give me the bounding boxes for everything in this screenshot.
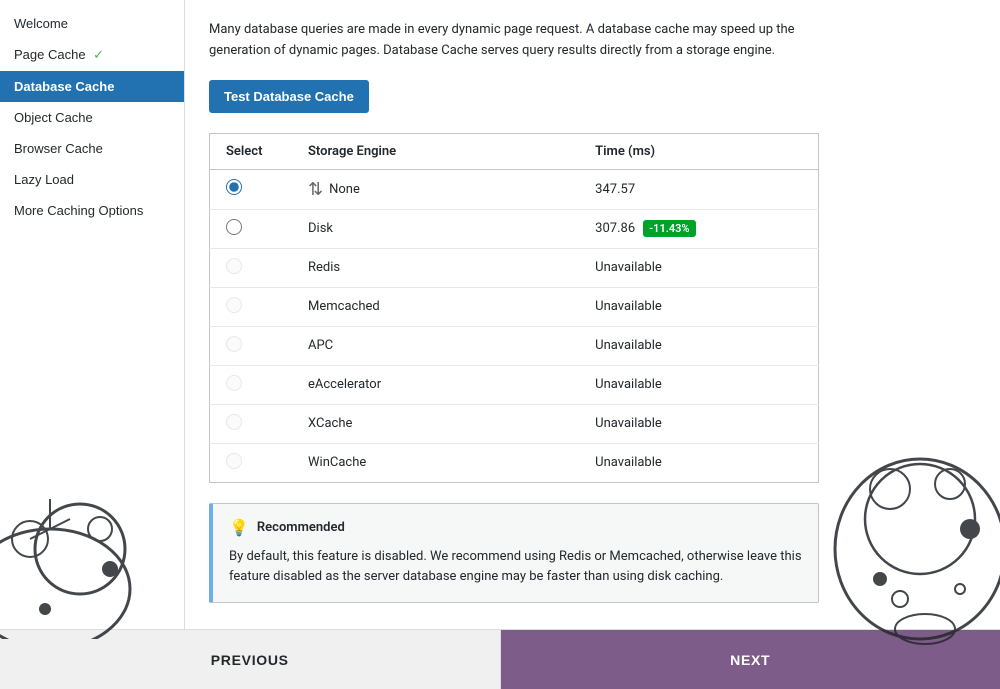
engine-cell: WinCache <box>292 443 579 482</box>
cache-table: Select Storage Engine Time (ms) ⇅ None 347… <box>209 133 819 483</box>
engine-label: Memcached <box>308 299 380 314</box>
sidebar-item-browser-cache[interactable]: Browser Cache <box>0 133 184 164</box>
recommended-box: 💡 Recommended By default, this feature i… <box>209 503 819 604</box>
select-cell <box>210 404 293 443</box>
engine-cell: APC <box>292 326 579 365</box>
engine-label: XCache <box>308 416 352 431</box>
col-time: Time (ms) <box>579 133 818 169</box>
select-cell <box>210 209 293 248</box>
sidebar-item-page-cache[interactable]: Page Cache ✓ <box>0 39 184 71</box>
time-cell: Unavailable <box>579 443 818 482</box>
table-row: Disk 307.86 -11.43% <box>210 209 819 248</box>
time-value: Unavailable <box>595 416 662 431</box>
main-container: WelcomePage Cache ✓Database CacheObject … <box>0 0 1000 689</box>
time-value: Unavailable <box>595 260 662 275</box>
engine-label: None <box>329 182 360 197</box>
time-cell: 307.86 -11.43% <box>579 209 818 248</box>
select-cell <box>210 248 293 287</box>
radio-none[interactable] <box>226 179 242 195</box>
table-row: ⇅ None 347.57 <box>210 169 819 209</box>
engine-cell: Redis <box>292 248 579 287</box>
test-database-cache-button[interactable]: Test Database Cache <box>209 80 369 113</box>
time-value: Unavailable <box>595 455 662 470</box>
sort-icon: ⇅ <box>308 179 323 200</box>
time-value: Unavailable <box>595 377 662 392</box>
blob-right-decoration <box>820 429 1000 649</box>
engine-cell: ⇅ None <box>292 169 579 209</box>
table-row: Memcached Unavailable <box>210 287 819 326</box>
engine-label: eAccelerator <box>308 377 381 392</box>
time-value: Unavailable <box>595 338 662 353</box>
engine-label: APC <box>308 338 333 353</box>
engine-label: WinCache <box>308 455 366 470</box>
time-cell: Unavailable <box>579 365 818 404</box>
col-select: Select <box>210 133 293 169</box>
time-value: 307.86 <box>595 221 635 236</box>
time-cell: Unavailable <box>579 248 818 287</box>
recommended-text: By default, this feature is disabled. We… <box>229 547 802 589</box>
select-cell <box>210 169 293 209</box>
radio-eaccelerator <box>226 375 242 391</box>
table-row: Redis Unavailable <box>210 248 819 287</box>
radio-apc <box>226 336 242 352</box>
table-body: ⇅ None 347.57 Disk 307.86 -11.43% Redis Unavail… <box>210 169 819 482</box>
engine-cell: eAccelerator <box>292 365 579 404</box>
engine-with-icon: ⇅ None <box>308 179 563 200</box>
radio-memcached <box>226 297 242 313</box>
sidebar-item-database-cache[interactable]: Database Cache <box>0 71 184 102</box>
recommended-header: 💡 Recommended <box>229 518 802 537</box>
sidebar-item-object-cache[interactable]: Object Cache <box>0 102 184 133</box>
time-cell: Unavailable <box>579 287 818 326</box>
table-row: WinCache Unavailable <box>210 443 819 482</box>
description-text: Many database queries are made in every … <box>209 20 809 62</box>
engine-label: Redis <box>308 260 340 275</box>
recommended-title: Recommended <box>257 520 345 535</box>
engine-cell: XCache <box>292 404 579 443</box>
select-cell <box>210 326 293 365</box>
select-cell <box>210 365 293 404</box>
select-cell <box>210 287 293 326</box>
radio-wincache <box>226 453 242 469</box>
checkmark-icon: ✓ <box>90 47 105 62</box>
table-row: XCache Unavailable <box>210 404 819 443</box>
bulb-icon: 💡 <box>229 518 249 537</box>
table-header-row: Select Storage Engine Time (ms) <box>210 133 819 169</box>
sidebar-item-welcome[interactable]: Welcome <box>0 8 184 39</box>
engine-label: Disk <box>308 221 333 236</box>
radio-disk[interactable] <box>226 219 242 235</box>
radio-xcache <box>226 414 242 430</box>
time-cell: Unavailable <box>579 326 818 365</box>
sidebar-item-more-caching[interactable]: More Caching Options <box>0 195 184 226</box>
blob-left-decoration <box>0 479 160 639</box>
engine-cell: Disk <box>292 209 579 248</box>
select-cell <box>210 443 293 482</box>
performance-badge: -11.43% <box>643 220 695 237</box>
table-row: APC Unavailable <box>210 326 819 365</box>
col-engine: Storage Engine <box>292 133 579 169</box>
radio-redis <box>226 258 242 274</box>
table-row: eAccelerator Unavailable <box>210 365 819 404</box>
sidebar-item-lazy-load[interactable]: Lazy Load <box>0 164 184 195</box>
time-value: Unavailable <box>595 299 662 314</box>
time-value: 347.57 <box>595 182 635 197</box>
engine-cell: Memcached <box>292 287 579 326</box>
time-cell: Unavailable <box>579 404 818 443</box>
time-cell: 347.57 <box>579 169 818 209</box>
